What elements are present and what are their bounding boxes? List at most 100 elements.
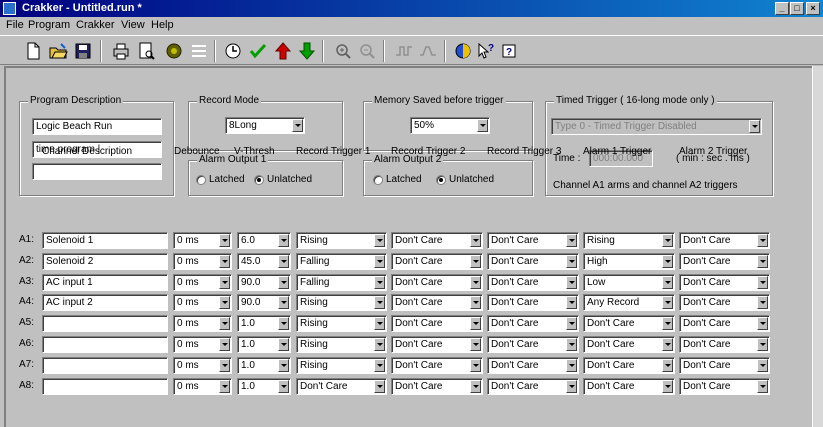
chevron-down-icon[interactable] (757, 296, 768, 310)
chevron-down-icon[interactable] (566, 379, 577, 393)
chevron-down-icon[interactable] (662, 379, 673, 393)
app-icon[interactable] (3, 2, 16, 15)
alarm-1-trigger-select[interactable]: Low (583, 273, 675, 291)
alarm1-unlatched-radio[interactable] (254, 175, 264, 185)
scrollbar[interactable] (812, 66, 823, 427)
record-trigger-3-select[interactable]: Don't Care (487, 273, 579, 291)
alarm-2-trigger-select[interactable]: Don't Care (679, 232, 770, 249)
chevron-down-icon[interactable] (566, 338, 577, 351)
alarm-2-trigger-select[interactable]: Don't Care (679, 315, 770, 333)
chevron-down-icon[interactable] (278, 317, 289, 331)
record-trigger-2-select[interactable]: Don't Care (391, 252, 483, 270)
record-trigger-2-select[interactable]: Don't Care (391, 315, 483, 333)
debounce-select[interactable]: 0 ms (173, 273, 232, 291)
record-trigger-1-select[interactable]: Falling (296, 252, 387, 270)
chevron-down-icon[interactable] (219, 234, 230, 247)
chevron-down-icon[interactable] (219, 358, 230, 372)
chevron-down-icon[interactable] (470, 358, 481, 372)
chevron-down-icon[interactable] (219, 254, 230, 268)
alarm1-latched-radio[interactable] (196, 175, 206, 185)
about-icon[interactable]: ? (498, 40, 520, 62)
chevron-down-icon[interactable] (757, 317, 768, 331)
chevron-down-icon[interactable] (470, 338, 481, 351)
record-trigger-2-select[interactable]: Don't Care (391, 232, 483, 249)
chevron-down-icon[interactable] (662, 234, 673, 247)
memory-saved-select[interactable]: 50% (410, 117, 490, 134)
chevron-down-icon[interactable] (757, 275, 768, 289)
record-trigger-1-select[interactable]: Rising (296, 294, 387, 312)
chevron-down-icon[interactable] (662, 254, 673, 268)
globe-icon[interactable] (452, 40, 474, 62)
chevron-down-icon[interactable] (219, 296, 230, 310)
menu-help[interactable]: Help (151, 19, 174, 31)
waveform-2-icon[interactable] (417, 40, 439, 62)
record-trigger-1-select[interactable]: Falling (296, 273, 387, 291)
alarm-2-trigger-select[interactable]: Don't Care (679, 356, 770, 374)
chevron-down-icon[interactable] (477, 119, 488, 132)
record-trigger-2-select[interactable]: Don't Care (391, 356, 483, 374)
chevron-down-icon[interactable] (662, 338, 673, 351)
alarm-1-trigger-select[interactable]: Don't Care (583, 356, 675, 374)
chevron-down-icon[interactable] (566, 254, 577, 268)
alarm-2-trigger-select[interactable]: Don't Care (679, 336, 770, 353)
alarm-1-trigger-select[interactable]: Any Record (583, 294, 675, 312)
record-trigger-3-select[interactable]: Don't Care (487, 232, 579, 249)
chevron-down-icon[interactable] (757, 254, 768, 268)
record-trigger-2-select[interactable]: Don't Care (391, 377, 483, 395)
zoom-in-icon[interactable] (332, 40, 354, 62)
channel-description-input[interactable] (42, 356, 168, 374)
chevron-down-icon[interactable] (662, 317, 673, 331)
debounce-select[interactable]: 0 ms (173, 315, 232, 333)
vthresh-select[interactable]: 1.0 (237, 377, 291, 395)
alarm-2-trigger-select[interactable]: Don't Care (679, 377, 770, 395)
record-trigger-3-select[interactable]: Don't Care (487, 252, 579, 270)
record-trigger-3-select[interactable]: Don't Care (487, 336, 579, 353)
chevron-down-icon[interactable] (757, 379, 768, 393)
alarm-1-trigger-select[interactable]: Rising (583, 232, 675, 249)
open-icon[interactable] (47, 40, 69, 62)
waveform-icon[interactable] (393, 40, 415, 62)
record-trigger-2-select[interactable]: Don't Care (391, 336, 483, 353)
chevron-down-icon[interactable] (278, 254, 289, 268)
record-trigger-1-select[interactable]: Rising (296, 232, 387, 249)
chevron-down-icon[interactable] (374, 379, 385, 393)
debounce-select[interactable]: 0 ms (173, 232, 232, 249)
chevron-down-icon[interactable] (470, 275, 481, 289)
clock-icon[interactable] (222, 40, 244, 62)
chevron-down-icon[interactable] (219, 379, 230, 393)
menu-program[interactable]: Program (28, 19, 70, 31)
minimize-button[interactable]: _ (775, 2, 789, 15)
chevron-down-icon[interactable] (374, 254, 385, 268)
chevron-down-icon[interactable] (470, 234, 481, 247)
alarm-1-trigger-select[interactable]: Don't Care (583, 315, 675, 333)
vthresh-select[interactable]: 1.0 (237, 356, 291, 374)
chip-icon[interactable] (163, 40, 185, 62)
chevron-down-icon[interactable] (662, 275, 673, 289)
chevron-down-icon[interactable] (374, 338, 385, 351)
chevron-down-icon[interactable] (566, 234, 577, 247)
record-trigger-1-select[interactable]: Rising (296, 315, 387, 333)
alarm-1-trigger-select[interactable]: Don't Care (583, 336, 675, 353)
vthresh-select[interactable]: 45.0 (237, 252, 291, 270)
print-icon[interactable] (110, 40, 132, 62)
alarm-2-trigger-select[interactable]: Don't Care (679, 294, 770, 312)
alarm-1-trigger-select[interactable]: Don't Care (583, 377, 675, 395)
chevron-down-icon[interactable] (292, 119, 303, 132)
record-trigger-3-select[interactable]: Don't Care (487, 377, 579, 395)
check-icon[interactable] (247, 40, 269, 62)
vthresh-select[interactable]: 90.0 (237, 294, 291, 312)
chevron-down-icon[interactable] (219, 317, 230, 331)
channel-description-input[interactable]: Solenoid 1 (42, 232, 168, 249)
chevron-down-icon[interactable] (374, 296, 385, 310)
chevron-down-icon[interactable] (278, 358, 289, 372)
chevron-down-icon[interactable] (566, 358, 577, 372)
vthresh-select[interactable]: 6.0 (237, 232, 291, 249)
debounce-select[interactable]: 0 ms (173, 294, 232, 312)
new-icon[interactable] (22, 40, 44, 62)
download-icon[interactable] (296, 40, 318, 62)
chevron-down-icon[interactable] (470, 254, 481, 268)
channel-description-input[interactable] (42, 336, 168, 353)
alarm2-latched-radio[interactable] (373, 175, 383, 185)
record-trigger-2-select[interactable]: Don't Care (391, 294, 483, 312)
chevron-down-icon[interactable] (278, 275, 289, 289)
